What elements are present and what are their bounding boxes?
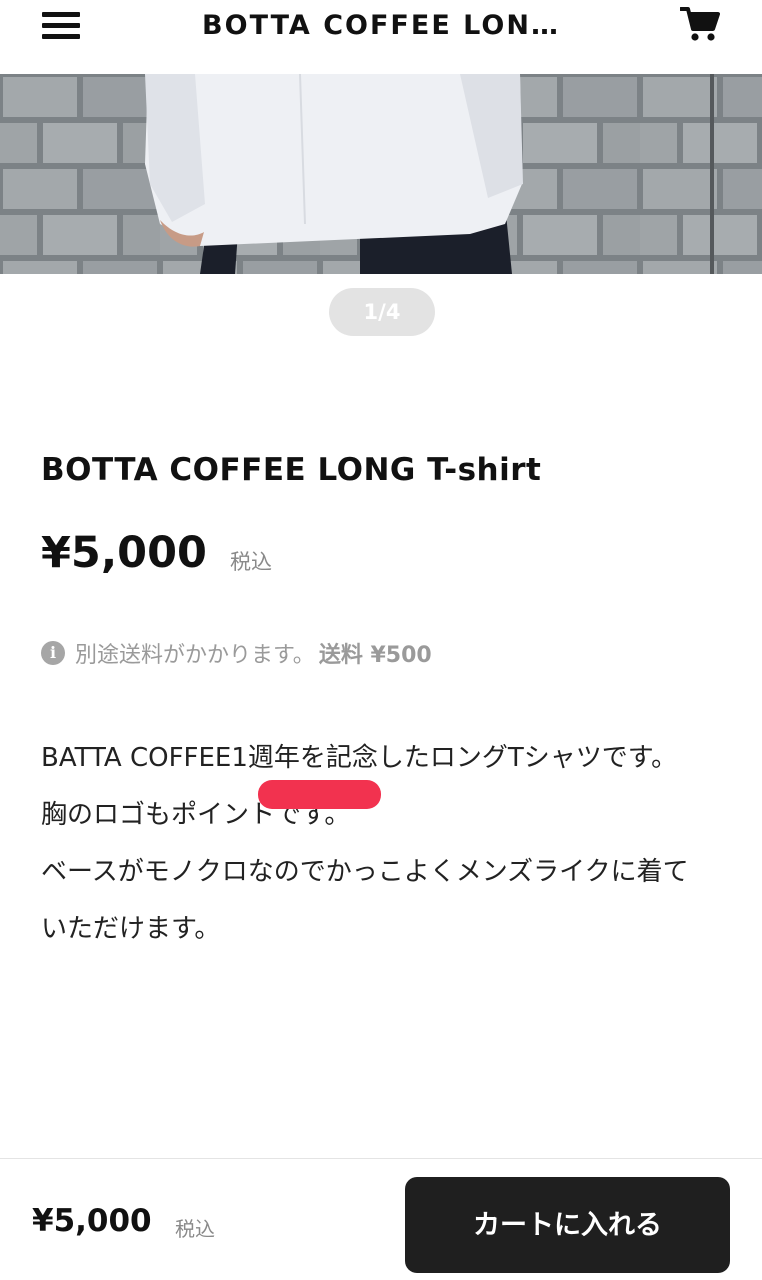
tax-included-label: 税込 — [230, 550, 272, 574]
image-pager-indicator: 1/4 — [329, 288, 435, 336]
bottom-tax-label: 税込 — [175, 1217, 215, 1241]
bottom-price: ¥5,000 — [32, 1203, 152, 1239]
hamburger-menu-icon[interactable] — [42, 10, 80, 40]
shipping-fee: 送料 ¥500 — [318, 643, 432, 668]
product-price: ¥5,000 — [41, 528, 207, 578]
product-image[interactable] — [0, 74, 762, 274]
red-annotation-mark — [258, 780, 381, 809]
product-photo — [0, 74, 762, 274]
add-to-cart-button[interactable]: カートに入れる — [405, 1177, 730, 1273]
shipping-note: i 別途送料がかかります。 送料 ¥500 — [41, 638, 432, 668]
header-title: BOTTA COFFEE LON… — [202, 10, 560, 41]
shipping-note-text: 別途送料がかかります。 — [75, 643, 315, 668]
top-navigation-bar: BOTTA COFFEE LON… — [0, 0, 762, 74]
info-icon: i — [41, 641, 65, 665]
bottom-purchase-bar: ¥5,000 税込 カートに入れる — [0, 1158, 762, 1280]
description-line-1: BATTA COFFEE1週年を記念したロングTシャツです。 — [41, 743, 678, 773]
product-title: BOTTA COFFEE LONG T-shirt — [41, 452, 542, 488]
shopping-cart-icon[interactable] — [679, 6, 720, 42]
description-line-3: ベースがモノクロなのでかっこよくメンズライクに着ていただけます。 — [41, 857, 689, 944]
product-description: BATTA COFFEE1週年を記念したロングTシャツです。 胸のロゴもポイント… — [41, 730, 711, 958]
